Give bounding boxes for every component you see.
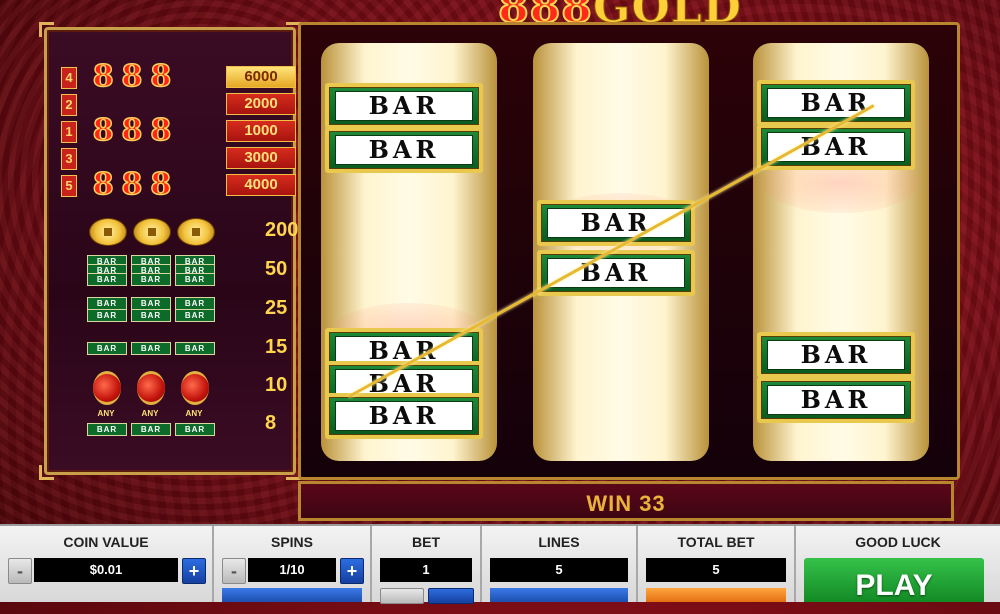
payline-number: 2 bbox=[61, 94, 77, 116]
eight-symbol: 888 bbox=[92, 59, 180, 94]
reel-3: BAR BAR BAR BAR bbox=[753, 43, 929, 461]
bet-decrease-button[interactable] bbox=[380, 588, 424, 604]
eight-symbol: 888 bbox=[92, 167, 180, 202]
payline-payout: 4000 bbox=[226, 174, 296, 196]
paytable-panel: 4 888 6000 2 2000 1 888 1000 3 3000 5 88… bbox=[39, 22, 301, 480]
payline-payout: 2000 bbox=[226, 93, 296, 115]
bet-display: 1 bbox=[380, 558, 472, 582]
any-label: ANY bbox=[141, 409, 159, 418]
lines-display: 5 bbox=[490, 558, 628, 582]
bar-symbol: BAR bbox=[757, 377, 915, 423]
payline-number: 4 bbox=[61, 67, 77, 89]
payline-number: 3 bbox=[61, 148, 77, 170]
lines-label: LINES bbox=[538, 534, 580, 550]
bar-icon: BAR bbox=[87, 309, 127, 322]
spins-panel: SPINS - 1/10 + bbox=[214, 526, 372, 602]
good-luck-label: GOOD LUCK bbox=[855, 534, 941, 550]
bar-icon: BAR bbox=[175, 273, 215, 286]
any-label: ANY bbox=[185, 409, 203, 418]
spins-display: 1/10 bbox=[248, 558, 336, 582]
coin-value-increase-button[interactable]: + bbox=[182, 558, 206, 584]
eight-symbol: 888 bbox=[92, 113, 180, 148]
coin-value-panel: COIN VALUE - $0.01 + bbox=[0, 526, 214, 602]
payline-number: 5 bbox=[61, 175, 77, 197]
lantern-icon bbox=[181, 371, 209, 405]
ornament-corner bbox=[39, 465, 54, 480]
reels-frame: BAR BAR BAR BAR BAR BAR BAR BAR BAR BAR … bbox=[298, 22, 960, 480]
bar-symbol: BAR bbox=[325, 393, 483, 439]
bar-symbol: BAR bbox=[537, 250, 695, 296]
payline-row: 5 888 4000 bbox=[61, 168, 296, 201]
coin-icon bbox=[89, 218, 127, 246]
bar-icon: BAR bbox=[87, 273, 127, 286]
paytable-row-any-bar: ANY BAR ANY BAR ANY BAR 8 bbox=[87, 409, 297, 439]
coin-value-decrease-button[interactable]: - bbox=[8, 558, 32, 584]
coin-value-label: COIN VALUE bbox=[63, 534, 149, 550]
spins-label: SPINS bbox=[270, 534, 313, 550]
total-bet-label: TOTAL BET bbox=[677, 534, 755, 550]
bar-icon: BAR bbox=[131, 342, 171, 355]
coin-icon bbox=[177, 218, 215, 246]
reel-2: BAR BAR bbox=[533, 43, 709, 461]
payline-payout: 3000 bbox=[226, 147, 296, 169]
paytable-row-double-bar: BAR BAR BAR BAR BAR BAR 25 bbox=[87, 294, 297, 324]
paytable-row-lanterns: 10 bbox=[87, 371, 297, 405]
paytable-row-single-bar: BAR BAR BAR 15 bbox=[87, 333, 297, 363]
bet-increase-button[interactable] bbox=[428, 588, 474, 604]
payline-payout: 6000 bbox=[226, 66, 296, 88]
bar-symbol: BAR bbox=[757, 80, 915, 126]
payline-payout: 1000 bbox=[226, 120, 296, 142]
bar-icon: BAR bbox=[87, 423, 127, 436]
bar-icon: BAR bbox=[131, 423, 171, 436]
win-display: WIN 33 bbox=[298, 481, 954, 521]
bar-icon: BAR bbox=[175, 342, 215, 355]
coin-icon bbox=[133, 218, 171, 246]
total-bet-display: 5 bbox=[646, 558, 786, 582]
lantern-icon bbox=[137, 371, 165, 405]
play-panel: GOOD LUCK PLAY bbox=[796, 526, 1000, 602]
paytable-row-triple-bar: BAR BAR BAR BAR BAR BAR BAR BAR BAR 50 bbox=[87, 255, 297, 286]
bar-icon: BAR bbox=[131, 309, 171, 322]
spins-decrease-button[interactable]: - bbox=[222, 558, 246, 584]
bar-symbol: BAR bbox=[757, 124, 915, 170]
bar-icon: BAR bbox=[87, 342, 127, 355]
paytable-row-coins: 200 bbox=[87, 216, 298, 246]
coin-value-display: $0.01 bbox=[34, 558, 178, 582]
bar-icon: BAR bbox=[175, 309, 215, 322]
payline-row: 4 888 6000 bbox=[61, 60, 296, 93]
total-bet-panel: TOTAL BET 5 bbox=[638, 526, 796, 602]
reel-1: BAR BAR BAR BAR BAR bbox=[321, 43, 497, 461]
play-button[interactable]: PLAY bbox=[804, 558, 984, 602]
bet-panel: BET 1 bbox=[372, 526, 482, 604]
bar-icon: BAR bbox=[131, 273, 171, 286]
bet-label: BET bbox=[412, 534, 440, 550]
lantern-icon bbox=[93, 371, 121, 405]
bar-symbol: BAR bbox=[325, 83, 483, 129]
spins-increase-button[interactable]: + bbox=[340, 558, 364, 584]
lines-panel: LINES 5 bbox=[482, 526, 638, 602]
control-bar: COIN VALUE - $0.01 + SPINS - 1/10 + BET … bbox=[0, 524, 1000, 604]
payline-number: 1 bbox=[61, 121, 77, 143]
payline-row: 1 888 1000 bbox=[61, 114, 296, 147]
bar-symbol: BAR bbox=[537, 200, 695, 246]
bar-symbol: BAR bbox=[325, 127, 483, 173]
bar-symbol: BAR bbox=[757, 332, 915, 378]
ornament-corner bbox=[39, 22, 54, 37]
any-label: ANY bbox=[97, 409, 115, 418]
bar-icon: BAR bbox=[175, 423, 215, 436]
